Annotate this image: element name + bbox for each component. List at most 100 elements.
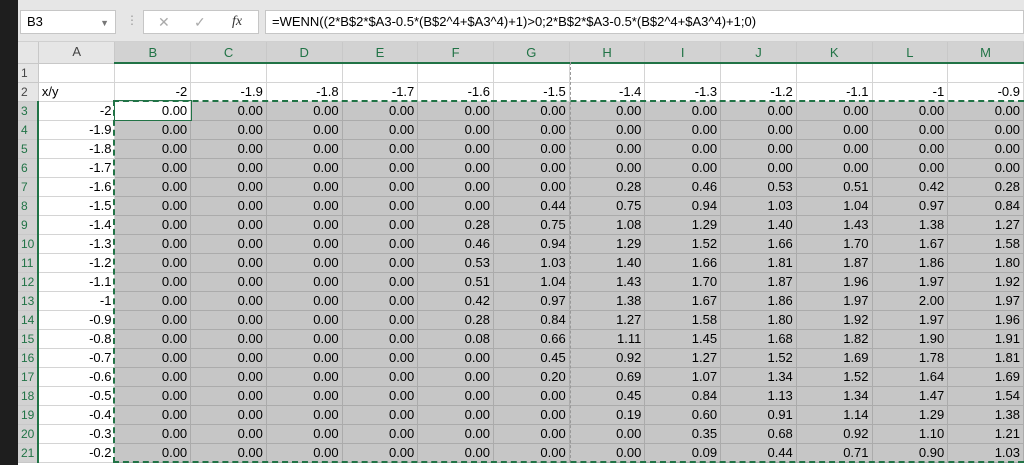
row-header[interactable]: 5 <box>18 139 40 159</box>
value-cell[interactable]: 0.00 <box>190 196 267 216</box>
value-cell[interactable]: 1.64 <box>872 367 949 387</box>
y-value-cell[interactable]: -2 <box>114 82 192 102</box>
row-header[interactable]: 20 <box>18 424 40 444</box>
value-cell[interactable]: 0.45 <box>569 386 646 406</box>
row-header[interactable]: 13 <box>18 291 40 311</box>
value-cell[interactable]: 0.00 <box>569 158 646 178</box>
value-cell[interactable]: 0.00 <box>266 101 343 121</box>
value-cell[interactable]: 1.97 <box>872 272 949 292</box>
row-header[interactable]: 8 <box>18 196 40 216</box>
value-cell[interactable]: 0.46 <box>644 177 722 197</box>
value-cell[interactable]: 1.96 <box>796 272 873 292</box>
value-cell[interactable]: 1.21 <box>947 424 1024 444</box>
value-cell[interactable]: 1.67 <box>872 234 949 254</box>
value-cell[interactable]: 0.00 <box>947 139 1024 159</box>
value-cell[interactable]: 0.00 <box>417 348 494 368</box>
y-value-cell[interactable]: -1.2 <box>720 82 797 102</box>
value-cell[interactable]: 0.00 <box>342 348 419 368</box>
value-cell[interactable]: 1.96 <box>947 310 1024 330</box>
value-cell[interactable]: 0.00 <box>114 291 192 311</box>
column-header-a[interactable]: A <box>38 42 116 64</box>
value-cell[interactable]: 0.90 <box>872 443 949 463</box>
value-cell[interactable]: 1.07 <box>644 367 722 387</box>
value-cell[interactable]: 0.00 <box>114 158 192 178</box>
column-header-f[interactable]: F <box>417 42 494 64</box>
row-header[interactable]: 12 <box>18 272 40 292</box>
value-cell[interactable]: 0.09 <box>644 443 722 463</box>
value-cell[interactable]: 0.00 <box>342 329 419 349</box>
cell[interactable] <box>190 63 267 83</box>
value-cell[interactable]: 0.00 <box>190 139 267 159</box>
value-cell[interactable]: 1.92 <box>947 272 1024 292</box>
value-cell[interactable]: 0.00 <box>342 215 419 235</box>
value-cell[interactable]: 0.42 <box>872 177 949 197</box>
value-cell[interactable]: 1.38 <box>872 215 949 235</box>
value-cell[interactable]: 0.00 <box>720 139 797 159</box>
value-cell[interactable]: 0.00 <box>266 196 343 216</box>
value-cell[interactable]: 1.68 <box>720 329 797 349</box>
y-value-cell[interactable]: -1.8 <box>266 82 343 102</box>
value-cell[interactable]: 1.66 <box>644 253 722 273</box>
cell[interactable] <box>569 63 646 83</box>
value-cell[interactable]: 1.08 <box>569 215 646 235</box>
row-header[interactable]: 17 <box>18 367 40 387</box>
value-cell[interactable]: 0.51 <box>796 177 873 197</box>
value-cell[interactable]: 0.97 <box>872 196 949 216</box>
value-cell[interactable]: 1.52 <box>644 234 722 254</box>
value-cell[interactable]: 0.00 <box>266 215 343 235</box>
value-cell[interactable]: 1.40 <box>569 253 646 273</box>
value-cell[interactable]: 0.20 <box>493 367 570 387</box>
value-cell[interactable]: 0.00 <box>493 177 570 197</box>
value-cell[interactable]: 0.00 <box>644 158 722 178</box>
value-cell[interactable]: 0.00 <box>190 177 267 197</box>
value-cell[interactable]: 0.00 <box>417 101 494 121</box>
value-cell[interactable]: 0.00 <box>190 367 267 387</box>
value-cell[interactable]: 1.03 <box>493 253 570 273</box>
value-cell[interactable]: 0.00 <box>190 253 267 273</box>
row-header-2[interactable]: 2 <box>18 82 39 102</box>
row-header[interactable]: 15 <box>18 329 40 349</box>
value-cell[interactable]: 0.00 <box>266 310 343 330</box>
value-cell[interactable]: 0.00 <box>190 310 267 330</box>
value-cell[interactable]: 0.00 <box>190 291 267 311</box>
active-cell[interactable]: 0.00 <box>113 100 192 121</box>
value-cell[interactable]: 0.44 <box>720 443 797 463</box>
value-cell[interactable]: 0.00 <box>493 424 570 444</box>
value-cell[interactable]: 2.00 <box>872 291 949 311</box>
value-cell[interactable]: 1.38 <box>947 405 1024 425</box>
value-cell[interactable]: 0.00 <box>114 234 192 254</box>
y-value-cell[interactable]: -1.1 <box>796 82 873 102</box>
value-cell[interactable]: 0.00 <box>266 405 343 425</box>
x-value-cell[interactable]: -0.4 <box>38 405 116 425</box>
value-cell[interactable]: 0.92 <box>796 424 873 444</box>
value-cell[interactable]: 0.00 <box>114 215 192 235</box>
value-cell[interactable]: 0.00 <box>114 310 192 330</box>
value-cell[interactable]: 0.68 <box>720 424 797 444</box>
formula-input[interactable]: =WENN((2*B$2*$A3-0.5*(B$2^4+$A3^4)+1)>0;… <box>265 10 1024 34</box>
value-cell[interactable]: 0.00 <box>342 272 419 292</box>
row-header[interactable]: 7 <box>18 177 40 197</box>
x-value-cell[interactable]: -1.3 <box>38 234 116 254</box>
value-cell[interactable]: 0.00 <box>720 120 797 140</box>
value-cell[interactable]: 0.00 <box>417 196 494 216</box>
cancel-icon[interactable]: ✕ <box>158 14 170 30</box>
value-cell[interactable]: 0.00 <box>417 139 494 159</box>
value-cell[interactable]: 0.84 <box>493 310 570 330</box>
value-cell[interactable]: 0.00 <box>569 139 646 159</box>
cell-table[interactable]: A B C D E F G H I J K L M 1 2 x/y -2 -1.9 -1.8 -1.7 -1.6 -1.5… <box>18 42 1024 463</box>
value-cell[interactable]: 1.58 <box>644 310 722 330</box>
value-cell[interactable]: 1.03 <box>947 443 1024 463</box>
value-cell[interactable]: 0.00 <box>493 386 570 406</box>
x-value-cell[interactable]: -1 <box>38 291 116 311</box>
value-cell[interactable]: 1.69 <box>947 367 1024 387</box>
x-value-cell[interactable]: -0.3 <box>38 424 116 444</box>
value-cell[interactable]: 0.00 <box>342 405 419 425</box>
value-cell[interactable]: 0.00 <box>947 101 1024 121</box>
cell-a2-label[interactable]: x/y <box>38 82 116 102</box>
value-cell[interactable]: 0.00 <box>493 139 570 159</box>
cell[interactable] <box>342 63 419 83</box>
row-header[interactable]: 10 <box>18 234 40 254</box>
value-cell[interactable]: 0.00 <box>493 101 570 121</box>
value-cell[interactable]: 0.00 <box>342 196 419 216</box>
cell[interactable] <box>114 63 192 83</box>
